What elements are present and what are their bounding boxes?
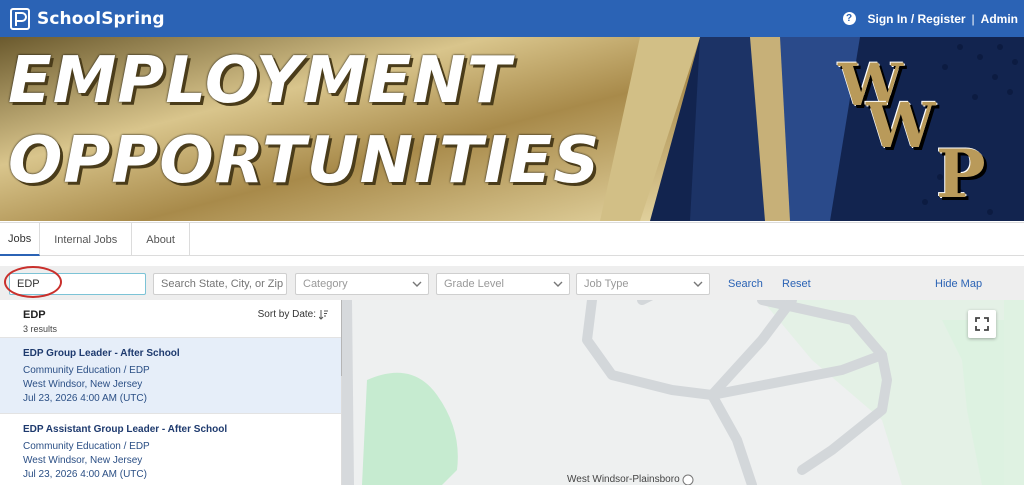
- job-location: West Windsor, New Jersey: [23, 379, 143, 390]
- job-department: Community Education / EDP: [23, 441, 150, 452]
- top-bar: SchoolSpring ? Sign In / Register | Admi…: [0, 0, 1024, 37]
- search-button[interactable]: Search: [728, 278, 763, 290]
- results-panel: EDP 3 results Sort by Date: EDP Group Le…: [0, 300, 342, 485]
- map-edge: [1004, 300, 1024, 485]
- job-type-select[interactable]: Job Type: [576, 273, 710, 295]
- district-logo: W W P: [838, 51, 1010, 216]
- grade-level-select-label: Grade Level: [444, 278, 504, 290]
- banner-heading-line2: OPPORTUNITIES: [8, 124, 601, 198]
- job-title[interactable]: EDP Group Leader - After School: [23, 348, 341, 359]
- banner-heading-line1: EMPLOYMENT: [8, 44, 512, 118]
- results-count: 3 results: [23, 324, 58, 334]
- job-location: West Windsor, New Jersey: [23, 455, 143, 466]
- logo-letter-p: P: [936, 135, 986, 213]
- map-fullscreen-button[interactable]: [968, 310, 996, 338]
- brand-name: SchoolSpring: [37, 8, 165, 29]
- results-header: EDP 3 results Sort by Date:: [0, 300, 341, 337]
- location-search-input[interactable]: [161, 274, 286, 294]
- sort-descending-icon: [319, 309, 328, 320]
- admin-link[interactable]: Admin: [981, 12, 1018, 26]
- chevron-down-icon: [412, 281, 422, 287]
- tab-about[interactable]: About: [132, 223, 190, 256]
- filter-bar: Category Grade Level Job Type Search Res…: [0, 266, 1024, 300]
- question-circle-icon[interactable]: ?: [842, 12, 856, 25]
- job-date: Jul 23, 2026 4:00 AM (UTC): [23, 393, 147, 404]
- reset-button[interactable]: Reset: [782, 278, 811, 290]
- location-search-field[interactable]: [153, 273, 287, 295]
- grade-level-select[interactable]: Grade Level: [436, 273, 570, 295]
- employment-banner: EMPLOYMENT OPPORTUNITIES W W P: [0, 37, 1024, 221]
- map-view[interactable]: West Windsor-Plainsboro: [342, 300, 1004, 485]
- job-list-item[interactable]: EDP Group Leader - After School Communit…: [0, 337, 341, 413]
- tab-jobs[interactable]: Jobs: [0, 223, 41, 256]
- fullscreen-icon: [975, 317, 989, 331]
- logo-letter-w2: W: [866, 89, 936, 162]
- top-nav: ? Sign In / Register | Admin: [842, 0, 1018, 37]
- highlight-annotation: [4, 266, 62, 298]
- sort-by-date-button[interactable]: Sort by Date:: [258, 309, 328, 320]
- job-department: Community Education / EDP: [23, 365, 150, 376]
- job-type-select-label: Job Type: [584, 278, 629, 290]
- category-select-label: Category: [303, 278, 348, 290]
- map-place-label: West Windsor-Plainsboro: [567, 474, 680, 485]
- brand-logo[interactable]: SchoolSpring: [10, 7, 165, 30]
- nav-separator: |: [971, 11, 975, 26]
- hide-map-button[interactable]: Hide Map: [935, 278, 982, 290]
- job-list-item[interactable]: EDP Assistant Group Leader - After Schoo…: [0, 413, 341, 485]
- map-canvas: [342, 300, 1004, 485]
- tab-internal-jobs[interactable]: Internal Jobs: [40, 223, 133, 256]
- job-title[interactable]: EDP Assistant Group Leader - After Schoo…: [23, 424, 341, 435]
- category-select[interactable]: Category: [295, 273, 429, 295]
- chevron-down-icon: [693, 281, 703, 287]
- results-search-term: EDP: [23, 309, 46, 321]
- chevron-down-icon: [553, 281, 563, 287]
- tab-bar: Jobs Internal Jobs About: [0, 222, 1024, 256]
- schoolspring-logo-icon: [10, 7, 30, 30]
- job-date: Jul 23, 2026 4:00 AM (UTC): [23, 469, 147, 480]
- sign-in-register-link[interactable]: Sign In / Register: [868, 12, 966, 26]
- sort-label: Sort by Date:: [257, 309, 316, 320]
